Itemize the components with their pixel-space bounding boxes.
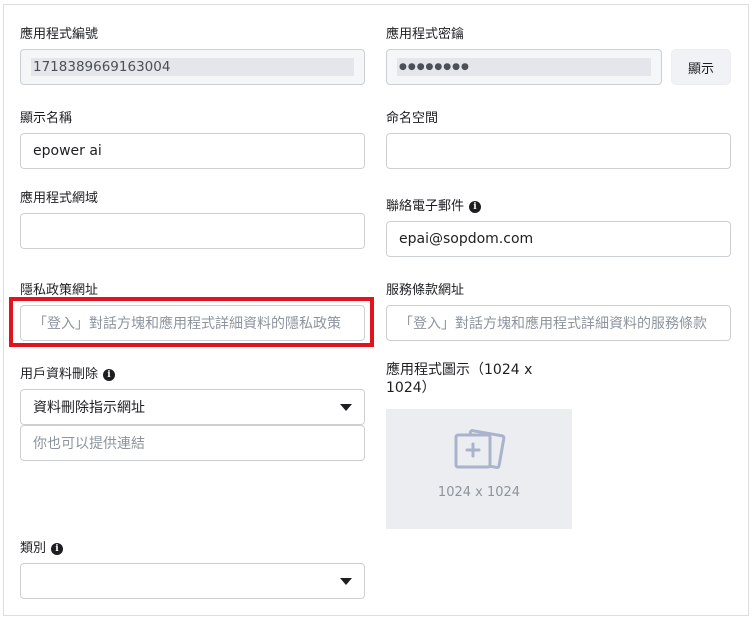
terms-url-label: 服務條款網址 [386,283,465,298]
app-secret-field: ●●●●●●●● [386,49,662,85]
info-icon[interactable]: i [51,542,64,555]
display-name-label: 顯示名稱 [20,111,73,126]
app-domains-label: 應用程式網域 [20,191,99,206]
chevron-down-icon [340,578,352,585]
namespace-input[interactable] [386,133,731,169]
chevron-down-icon [340,404,352,411]
app-id-field: 1718389669163004 [20,49,365,85]
app-icon-label: 應用程式圖示（1024 x 1024） [386,362,533,396]
data-deletion-url-input[interactable]: 你也可以提供連結 [20,425,365,461]
app-id-value: 1718389669163004 [33,59,171,75]
app-id-label: 應用程式編號 [20,27,99,42]
image-add-icon [454,429,506,469]
data-deletion-select[interactable]: 資料刪除指示網址 [20,389,365,425]
namespace-label: 命名空間 [386,111,439,126]
data-deletion-label: 用戶資料刪除 i [20,366,116,383]
app-domains-input[interactable] [20,213,365,249]
display-name-input[interactable]: epower ai [20,133,365,169]
terms-url-input[interactable]: 「登入」對話方塊和應用程式詳細資料的服務條款 [386,305,731,341]
contact-email-input[interactable]: epai@sopdom.com [386,221,731,257]
app-secret-label: 應用程式密鑰 [386,27,465,42]
info-icon[interactable]: i [469,200,482,213]
app-icon-size-text: 1024 x 1024 [437,485,521,500]
category-label: 類別 i [20,540,64,557]
red-highlight-box [9,297,374,347]
contact-email-label: 聯絡電子郵件 i [386,198,482,215]
app-secret-value: ●●●●●●●● [399,62,470,72]
app-icon-upload[interactable]: 1024 x 1024 [386,409,572,529]
category-select[interactable] [20,563,365,599]
show-secret-button[interactable]: 顯示 [671,49,731,85]
info-icon[interactable]: i [103,368,116,381]
